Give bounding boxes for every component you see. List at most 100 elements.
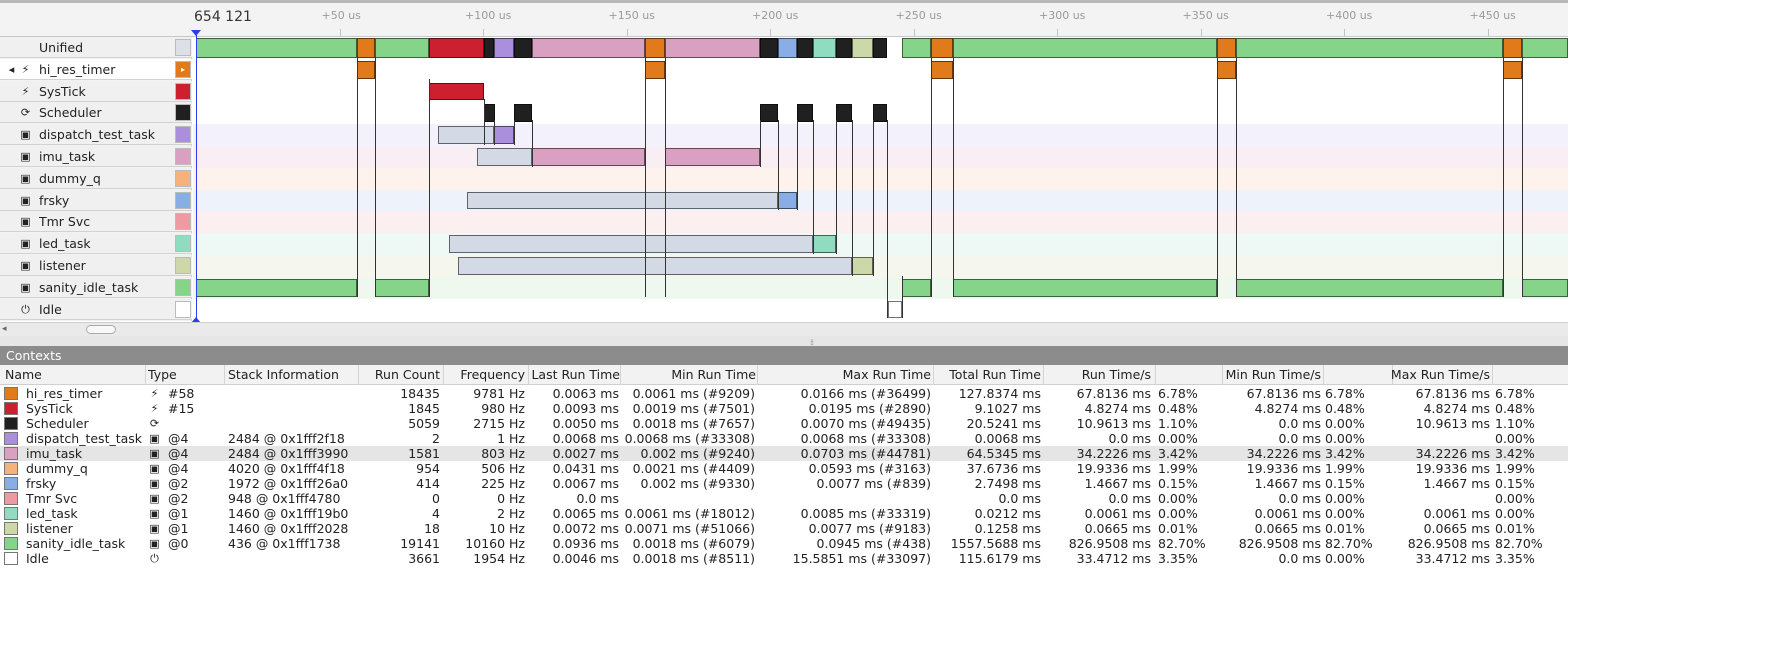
unified-segment[interactable]	[375, 38, 429, 58]
sanity-idle-run[interactable]	[1522, 278, 1568, 297]
unified-segment[interactable]	[645, 38, 665, 58]
sanity-idle-run[interactable]	[1236, 278, 1503, 297]
led-run[interactable]	[813, 235, 836, 253]
column-header-max-run-time[interactable]: Max Run Time	[758, 367, 931, 382]
unified-segment[interactable]	[873, 38, 887, 58]
unified-segment[interactable]	[836, 38, 852, 58]
scroll-left-arrow-icon[interactable]: ◂	[2, 324, 7, 334]
listener-wait-bar[interactable]	[458, 257, 852, 275]
dispatch-wait-bar[interactable]	[438, 126, 494, 144]
hi-res-timer-run[interactable]	[1217, 60, 1236, 79]
unified-segment[interactable]	[760, 38, 778, 58]
column-separator[interactable]	[145, 365, 146, 385]
systick-run[interactable]	[429, 82, 484, 101]
column-separator[interactable]	[1492, 365, 1493, 385]
context-table-row[interactable]: frsky ▣ @2 1972 @ 0x1fff26a0 414 225 Hz 0.0067…	[0, 476, 1568, 491]
timeline-row-listener[interactable]: ▣ listener	[0, 255, 192, 276]
timeline-horizontal-scrollbar[interactable]: ◂	[0, 322, 1568, 336]
unified-segment[interactable]	[1217, 38, 1236, 58]
column-header-stack-information[interactable]: Stack Information	[228, 367, 339, 382]
context-table-row[interactable]: Idle ⏻ 3661 1954 Hz 0.0046 ms 0.0018 ms (#851…	[0, 551, 1568, 566]
column-header-frequency[interactable]: Frequency	[443, 367, 525, 382]
context-table-row[interactable]: sanity_idle_task ▣ @0 436 @ 0x1fff1738 19141…	[0, 536, 1568, 551]
sanity-idle-run[interactable]	[953, 278, 1217, 297]
idle-run[interactable]	[888, 300, 902, 319]
context-table-row[interactable]: imu_task ▣ @4 2484 @ 0x1fff3990 1581 803 Hz 0.…	[0, 446, 1568, 461]
scheduler-run[interactable]	[514, 104, 532, 123]
context-table-row[interactable]: dummy_q ▣ @4 4020 @ 0x1fff4f18 954 506 Hz 0.04…	[0, 461, 1568, 476]
cursor-top-marker[interactable]	[191, 30, 201, 36]
column-header-last-run-time[interactable]: Last Run Time	[530, 367, 620, 382]
timeline-row-imu_task[interactable]: ▣ imu_task	[0, 146, 192, 167]
context-table-row[interactable]: led_task ▣ @1 1460 @ 0x1fff19b0 4 2 Hz 0.0065 …	[0, 506, 1568, 521]
unified-segment[interactable]	[931, 38, 953, 58]
scheduler-run[interactable]	[760, 104, 778, 123]
timeline-row-hi_res_timer[interactable]: ◂ ⚡ hi_res_timer ▸	[0, 58, 192, 80]
unified-segment[interactable]	[484, 38, 494, 58]
timeline-canvas[interactable]	[193, 37, 1568, 321]
sanity-idle-run[interactable]	[196, 278, 357, 297]
imu-run[interactable]	[665, 148, 760, 166]
hi-res-timer-run[interactable]	[931, 60, 953, 79]
context-table-row[interactable]: dispatch_test_task ▣ @4 2484 @ 0x1fff2f18 2 1…	[0, 431, 1568, 446]
context-table-row[interactable]: Scheduler ⟳ 5059 2715 Hz 0.0050 ms 0.0018 ms …	[0, 416, 1568, 431]
timeline-cursor[interactable]	[196, 32, 197, 322]
column-header-max-run-time-s[interactable]: Max Run Time/s	[1390, 367, 1490, 382]
unified-segment[interactable]	[852, 38, 873, 58]
unified-segment[interactable]	[797, 38, 813, 58]
timeline-row-idle[interactable]: ⏻ Idle	[0, 298, 192, 320]
imu-wait-bar[interactable]	[477, 148, 532, 166]
column-header-min-run-time[interactable]: Min Run Time	[622, 367, 756, 382]
column-header-name[interactable]: Name	[5, 367, 42, 382]
unified-segment[interactable]	[1522, 38, 1568, 58]
dispatch-run[interactable]	[494, 126, 514, 144]
frsky-wait-bar[interactable]	[467, 191, 778, 210]
unified-segment[interactable]	[196, 38, 357, 58]
unified-segment[interactable]	[514, 38, 532, 58]
sanity-idle-run[interactable]	[902, 278, 931, 297]
column-separator[interactable]	[224, 365, 225, 385]
unified-segment[interactable]	[665, 38, 760, 58]
timeline-row-frsky[interactable]: ▣ frsky	[0, 189, 192, 211]
unified-segment[interactable]	[494, 38, 514, 58]
timeline-row-tmr-svc[interactable]: ▣ Tmr Svc	[0, 211, 192, 233]
scheduler-run[interactable]	[836, 104, 852, 123]
timeline-row-sanity_idle_task[interactable]: ▣ sanity_idle_task	[0, 276, 192, 298]
unified-segment[interactable]	[953, 38, 1217, 58]
context-table-row[interactable]: hi_res_timer ⚡ #58 18435 9781 Hz 0.0063 ms 0.0…	[0, 386, 1568, 401]
hi-res-timer-run[interactable]	[645, 60, 665, 79]
unified-segment[interactable]	[532, 38, 645, 58]
hi-res-timer-run[interactable]	[357, 60, 375, 79]
column-header-run-time-s[interactable]: Run Time/s	[1043, 367, 1151, 382]
hi-res-timer-run[interactable]	[1503, 60, 1522, 79]
timeline-row-systick[interactable]: ⚡ SysTick	[0, 80, 192, 102]
unified-segment[interactable]	[1236, 38, 1503, 58]
led-wait-bar[interactable]	[449, 235, 813, 253]
scrollbar-thumb[interactable]	[86, 325, 116, 334]
column-header-run-count[interactable]: Run Count	[358, 367, 440, 382]
unified-segment[interactable]	[813, 38, 836, 58]
column-separator[interactable]	[528, 365, 529, 385]
column-header-type[interactable]: Type	[148, 367, 177, 382]
column-header-min-run-time-s[interactable]: Min Run Time/s	[1220, 367, 1321, 382]
column-separator[interactable]	[1323, 365, 1324, 385]
timeline-row-unified[interactable]: Unified	[0, 37, 192, 58]
timeline-row-scheduler[interactable]: ⟳ Scheduler	[0, 102, 192, 124]
unified-segment[interactable]	[429, 38, 484, 58]
scheduler-run[interactable]	[797, 104, 813, 123]
column-separator[interactable]	[620, 365, 621, 385]
sanity-idle-run[interactable]	[375, 278, 429, 297]
scheduler-run[interactable]	[873, 104, 887, 123]
timeline-row-led_task[interactable]: ▣ led_task	[0, 233, 192, 255]
unified-segment[interactable]	[357, 38, 375, 58]
column-header-total-run-time[interactable]: Total Run Time	[933, 367, 1041, 382]
unified-segment[interactable]	[902, 38, 931, 58]
pane-splitter[interactable]: ⁞⁞	[0, 336, 1568, 347]
timeline-row-dispatch_test_task[interactable]: ▣ dispatch_test_task	[0, 124, 192, 146]
context-table-row[interactable]: Tmr Svc ▣ @2 948 @ 0x1fff4780 0 0 Hz 0.0 ms 0.0…	[0, 491, 1568, 506]
imu-run[interactable]	[532, 148, 645, 166]
context-table-row[interactable]: listener ▣ @1 1460 @ 0x1fff2028 18 10 Hz 0.007…	[0, 521, 1568, 536]
timeline-row-dummy_q[interactable]: ▣ dummy_q	[0, 167, 192, 189]
unified-segment[interactable]	[1503, 38, 1522, 58]
expand-arrow-icon[interactable]: ◂	[5, 63, 18, 76]
